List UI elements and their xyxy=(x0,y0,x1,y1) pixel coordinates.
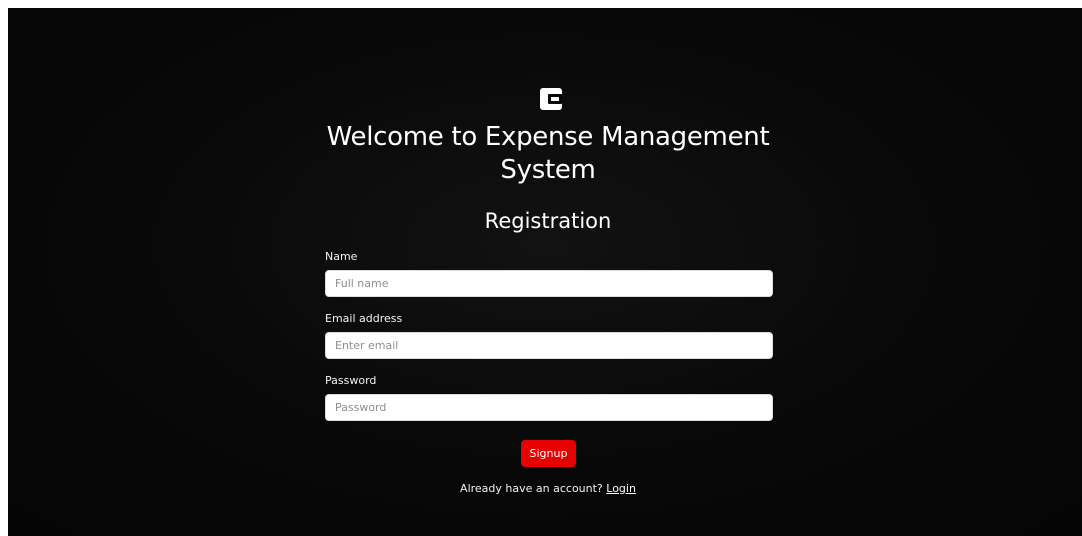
login-link[interactable]: Login xyxy=(606,482,636,495)
page-title: Welcome to Expense Management System xyxy=(326,122,770,185)
signup-button[interactable]: Signup xyxy=(521,440,576,467)
name-label: Name xyxy=(325,250,358,263)
email-label: Email address xyxy=(325,312,403,325)
wallet-icon xyxy=(540,88,562,110)
password-input[interactable] xyxy=(325,394,773,421)
registration-page: Welcome to Expense Management System Reg… xyxy=(8,8,1082,536)
password-label: Password xyxy=(325,374,377,387)
form-heading: Registration xyxy=(484,209,612,233)
email-input[interactable] xyxy=(325,332,773,359)
name-input[interactable] xyxy=(325,270,773,297)
login-prompt-text: Already have an account? xyxy=(460,482,603,495)
login-prompt: Already have an account? Login xyxy=(308,482,788,496)
